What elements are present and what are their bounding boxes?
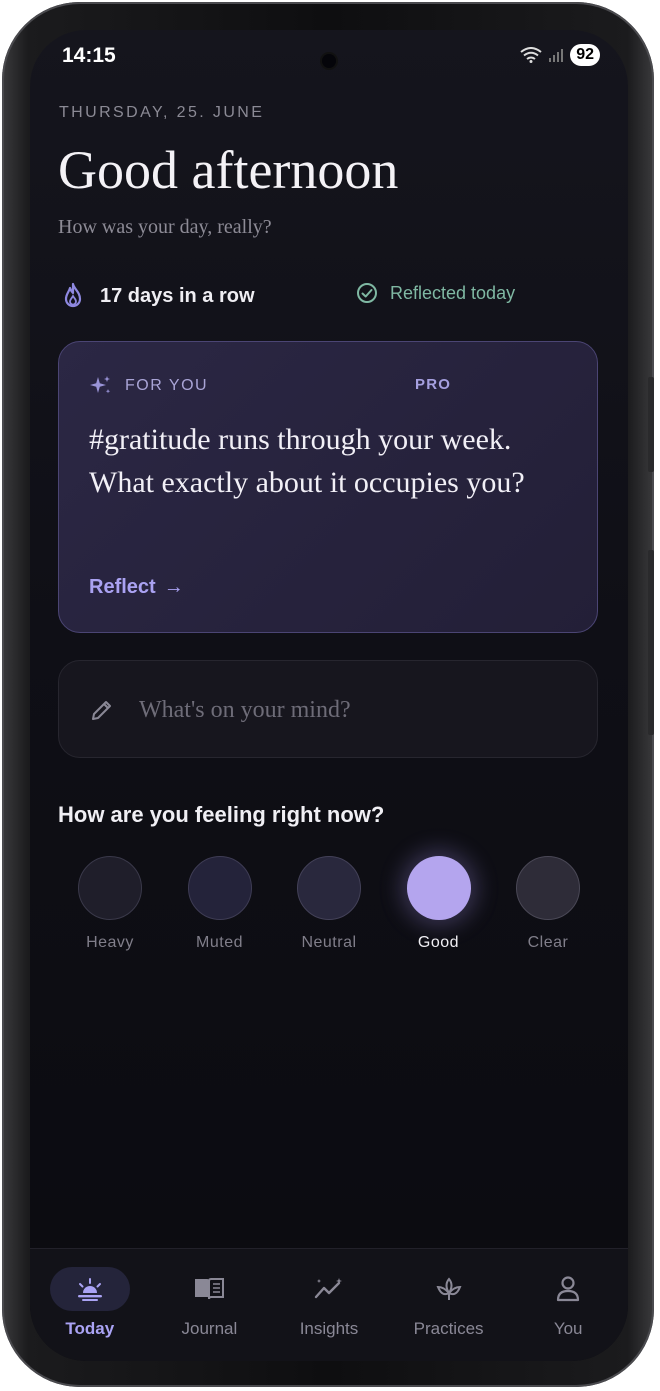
trend-sparkle-icon: [314, 1278, 342, 1299]
phone-frame: 14:15 92 THURSDAY, 25. JUNE Good afterno…: [2, 2, 654, 1387]
reflect-label: Reflect: [89, 576, 156, 598]
mood-option-muted[interactable]: Muted: [166, 856, 274, 952]
page-subtitle: How was your day, really?: [58, 216, 272, 238]
mood-label: Muted: [196, 934, 243, 951]
mood-label: Heavy: [86, 934, 134, 951]
card-prompt: #gratitude runs through your week. What …: [89, 423, 525, 499]
mood-option-clear[interactable]: Clear: [494, 856, 602, 952]
bottom-tab-bar: Today Journal Insights Practices You: [30, 1248, 628, 1361]
tab-label: Today: [65, 1319, 115, 1338]
pro-badge: PRO: [415, 376, 452, 393]
tab-icon-wrap: [409, 1267, 489, 1311]
wifi-icon: [520, 47, 542, 63]
tab-insights[interactable]: Insights: [269, 1249, 389, 1361]
flame-icon: [64, 282, 82, 308]
status-icons: 92: [520, 44, 600, 66]
tab-label: Practices: [413, 1319, 484, 1338]
journal-entry-input[interactable]: [137, 685, 571, 735]
card-eyebrow-label: FOR YOU: [125, 377, 209, 394]
mood-option-heavy[interactable]: Heavy: [56, 856, 164, 952]
tab-you[interactable]: You: [508, 1249, 628, 1361]
mood-selector: Heavy Muted Neutral Good Clear: [56, 856, 602, 952]
reflected-label: Reflected today: [390, 282, 516, 303]
tab-label: Insights: [299, 1319, 359, 1338]
streak-indicator: 17 days in a row: [60, 282, 255, 310]
card-eyebrow: FOR YOU: [89, 374, 208, 398]
screen: 14:15 92 THURSDAY, 25. JUNE Good afterno…: [30, 30, 628, 1361]
tab-label: You: [553, 1319, 583, 1338]
mood-label: Good: [417, 934, 460, 951]
mood-option-neutral[interactable]: Neutral: [275, 856, 383, 952]
sparkle-icon: [90, 376, 111, 394]
person-icon: [557, 1276, 580, 1302]
check-circle-icon: [357, 283, 377, 303]
signal-icon: [549, 49, 564, 62]
tab-today[interactable]: Today: [30, 1249, 150, 1361]
reflect-link[interactable]: Reflect →: [89, 576, 184, 599]
reflected-status: Reflected today: [356, 282, 515, 304]
status-time: 14:15: [62, 44, 116, 67]
power-button: [648, 550, 654, 735]
arrow-right-icon: →: [163, 576, 184, 598]
mood-circle: [516, 856, 580, 920]
front-camera: [322, 54, 336, 68]
pencil-icon: [92, 701, 111, 720]
mood-circle: [187, 856, 252, 920]
sunrise-icon: [77, 1278, 102, 1301]
mood-question: How are you feeling right now?: [58, 802, 385, 827]
lotus-icon: [436, 1277, 462, 1300]
mood-circle: [78, 856, 142, 920]
tab-practices[interactable]: Practices: [389, 1249, 509, 1361]
for-you-card[interactable]: FOR YOU PRO #gratitude runs through your…: [58, 341, 598, 633]
streak-label: 17 days in a row: [100, 284, 255, 307]
battery-badge: 92: [570, 44, 600, 66]
tab-icon-wrap: [289, 1267, 369, 1311]
journal-entry-box[interactable]: [58, 660, 598, 758]
date-label: THURSDAY, 25. JUNE: [59, 104, 265, 121]
book-icon: [195, 1278, 225, 1300]
mood-label: Neutral: [301, 934, 357, 951]
tab-icon-wrap: [528, 1267, 608, 1311]
mood-circle: [406, 856, 471, 920]
mood-circle: [297, 856, 361, 920]
tab-icon-wrap: [169, 1267, 249, 1311]
tab-label: Journal: [181, 1319, 238, 1338]
tab-icon-wrap: [49, 1267, 130, 1311]
volume-button: [648, 377, 654, 472]
mood-label: Clear: [527, 934, 569, 951]
page-title: Good afternoon: [58, 140, 399, 200]
mood-option-good[interactable]: Good: [385, 856, 493, 952]
tab-journal[interactable]: Journal: [150, 1249, 270, 1361]
